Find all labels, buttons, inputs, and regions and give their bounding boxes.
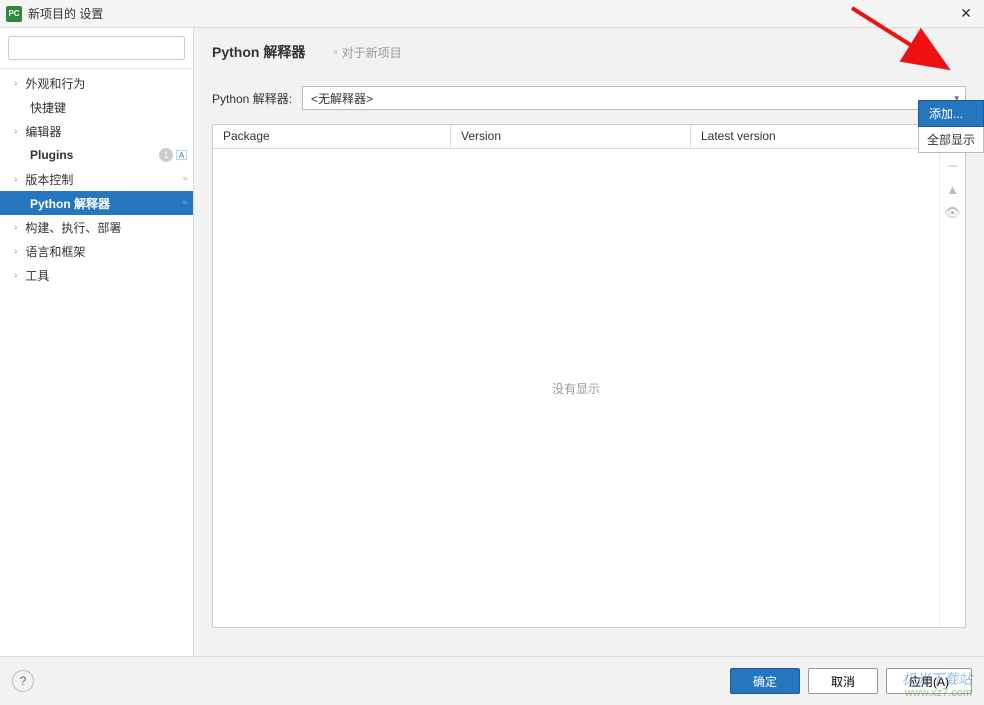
sidebar-item-label: 快捷键 [30,99,193,116]
packages-table: Package Version Latest version 没有显示 ＋ － … [212,124,966,628]
empty-text: 没有显示 [552,380,600,397]
sidebar: 🔍 › 外观和行为 快捷键 › 编辑器 Plugins 1 🄰 › [0,28,194,656]
sidebar-item-label: Plugins [30,148,159,162]
project-scope-icon: ▫ [333,45,337,59]
window-title: 新项目的 设置 [28,5,954,22]
sidebar-item-appearance[interactable]: › 外观和行为 [0,71,193,95]
ok-button[interactable]: 确定 [730,668,800,694]
sub-tab-new-projects[interactable]: ▫ 对于新项目 [333,44,401,61]
app-icon: PC [6,6,22,22]
sidebar-item-keymap[interactable]: 快捷键 [0,95,193,119]
upgrade-package-button[interactable]: ▲ [944,179,962,199]
settings-tree: › 外观和行为 快捷键 › 编辑器 Plugins 1 🄰 › 版本控制 ▫ P… [0,69,193,287]
sidebar-item-label: 版本控制 [25,171,183,188]
search-input[interactable] [8,36,185,60]
main-body: 🔍 › 外观和行为 快捷键 › 编辑器 Plugins 1 🄰 › [0,28,984,656]
search-wrap: 🔍 [0,28,193,69]
col-package[interactable]: Package [213,125,451,148]
sidebar-item-tools[interactable]: › 工具 [0,263,193,287]
chevron-right-icon: › [14,270,17,281]
chevron-right-icon: › [14,78,17,89]
triangle-up-icon: ▲ [946,182,959,197]
show-all-button[interactable]: 全部显示 [918,127,984,153]
interpreter-label: Python 解释器: [212,90,292,107]
sidebar-item-languages[interactable]: › 语言和框架 [0,239,193,263]
interpreter-row: Python 解释器: <无解释器> ▾ [194,62,984,124]
minus-icon: － [946,156,959,175]
badge-count: 1 [159,148,173,162]
table-toolbar: ＋ － ▲ 👁 [939,125,965,627]
interpreter-dropdown[interactable]: <无解释器> ▾ [302,86,966,110]
sidebar-item-label: 语言和框架 [25,243,193,260]
col-latest[interactable]: Latest version [691,125,939,148]
col-version[interactable]: Version [451,125,691,148]
apply-button[interactable]: 应用(A) [886,668,972,694]
chevron-right-icon: › [14,126,17,137]
help-icon: ? [20,674,27,688]
interpreter-value: <无解释器> [311,90,373,107]
translate-icon: 🄰 [176,147,187,163]
close-icon: ✕ [960,5,972,22]
chevron-right-icon: › [14,222,17,233]
sidebar-item-plugins[interactable]: Plugins 1 🄰 [0,143,193,167]
table-empty-state: 没有显示 [213,149,939,627]
show-early-releases-button[interactable]: 👁 [944,203,962,223]
dialog-footer: ? 确定 取消 应用(A) [0,656,984,705]
sub-tab-label: 对于新项目 [342,44,402,61]
chevron-right-icon: › [14,174,17,185]
add-interpreter-button[interactable]: 添加... [918,100,984,127]
close-button[interactable]: ✕ [954,2,978,26]
sidebar-item-vcs[interactable]: › 版本控制 ▫ [0,167,193,191]
interpreter-actions: 添加... 全部显示 [918,100,984,153]
sidebar-item-label: 工具 [25,267,193,284]
sidebar-item-label: 构建、执行、部署 [25,219,193,236]
project-scope-icon: ▫ [183,173,187,185]
cancel-button[interactable]: 取消 [808,668,878,694]
sidebar-item-build[interactable]: › 构建、执行、部署 [0,215,193,239]
table-header: Package Version Latest version [213,125,939,149]
content-area: Python 解释器 ▫ 对于新项目 Python 解释器: <无解释器> ▾ … [194,28,984,656]
eye-icon: 👁 [944,205,961,221]
remove-package-button[interactable]: － [944,155,962,175]
sidebar-item-label: 外观和行为 [25,75,193,92]
content-header: Python 解释器 ▫ 对于新项目 [194,28,984,62]
sidebar-item-editor[interactable]: › 编辑器 [0,119,193,143]
chevron-right-icon: › [14,246,17,257]
sidebar-item-label: 编辑器 [25,123,193,140]
sidebar-item-python-interpreter[interactable]: Python 解释器 ▫ [0,191,193,215]
title-bar: PC 新项目的 设置 ✕ [0,0,984,28]
project-scope-icon: ▫ [183,197,187,209]
sidebar-item-label: Python 解释器 [30,195,183,212]
help-button[interactable]: ? [12,670,34,692]
page-title: Python 解释器 [212,42,305,62]
